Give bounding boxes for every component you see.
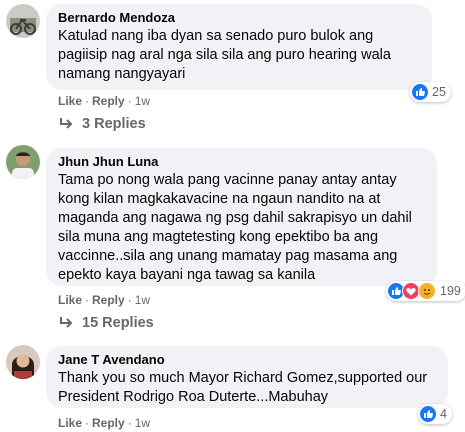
comment-text: Katulad nang iba dyan sa senado puro bul…: [58, 28, 391, 82]
avatar-image-icon: [6, 345, 40, 379]
reaction-summary[interactable]: 25: [410, 82, 451, 102]
reply-link[interactable]: Reply: [92, 416, 125, 430]
like-link[interactable]: Like: [58, 94, 82, 108]
view-replies-button[interactable]: 15 Replies: [58, 315, 154, 331]
reaction-summary[interactable]: 199: [386, 281, 465, 301]
comment-author[interactable]: Jane T Avendano: [58, 352, 436, 368]
comment-author[interactable]: Bernardo Mendoza: [58, 10, 420, 26]
comment-author[interactable]: Jhun Jhun Luna: [58, 154, 425, 170]
comment-actions: Like · Reply · 1w: [58, 293, 151, 307]
view-replies-button[interactable]: 3 Replies: [58, 116, 146, 132]
replies-count-label: 3 Replies: [82, 116, 146, 132]
avatar-image-icon: [6, 145, 40, 179]
care-reaction-icon: [418, 282, 436, 300]
reaction-summary[interactable]: 4: [418, 404, 452, 424]
reaction-count: 199: [440, 284, 461, 298]
replies-count-label: 15 Replies: [82, 315, 154, 331]
comment-bubble: Bernardo Mendoza Katulad nang iba dyan s…: [46, 4, 432, 90]
avatar[interactable]: [6, 4, 40, 38]
reaction-count: 25: [432, 85, 446, 99]
comment-actions: Like · Reply · 1w: [58, 94, 151, 108]
comment-time[interactable]: 1w: [135, 416, 150, 430]
reaction-count: 4: [440, 407, 447, 421]
comment-actions: Like · Reply · 1w: [58, 416, 151, 430]
comment-bubble: Jhun Jhun Luna Tama po nong wala pang va…: [46, 148, 437, 286]
reply-arrow-icon: [60, 317, 73, 328]
reply-arrow-icon: [60, 118, 73, 129]
like-reaction-icon: [412, 84, 428, 100]
like-link[interactable]: Like: [58, 293, 82, 307]
comment-text: Tama po nong wala pang vacinne panay ant…: [58, 172, 412, 283]
comment-bubble: Jane T Avendano Thank you so much Mayor …: [46, 346, 448, 408]
like-link[interactable]: Like: [58, 416, 82, 430]
reply-link[interactable]: Reply: [92, 94, 125, 108]
comment-text: Thank you so much Mayor Richard Gomez,su…: [58, 370, 428, 405]
avatar[interactable]: [6, 345, 40, 379]
avatar[interactable]: [6, 145, 40, 179]
avatar-image-icon: [6, 4, 40, 38]
like-reaction-icon: [420, 406, 436, 422]
reply-link[interactable]: Reply: [92, 293, 125, 307]
comment-time[interactable]: 1w: [135, 293, 150, 307]
comment-time[interactable]: 1w: [135, 94, 150, 108]
